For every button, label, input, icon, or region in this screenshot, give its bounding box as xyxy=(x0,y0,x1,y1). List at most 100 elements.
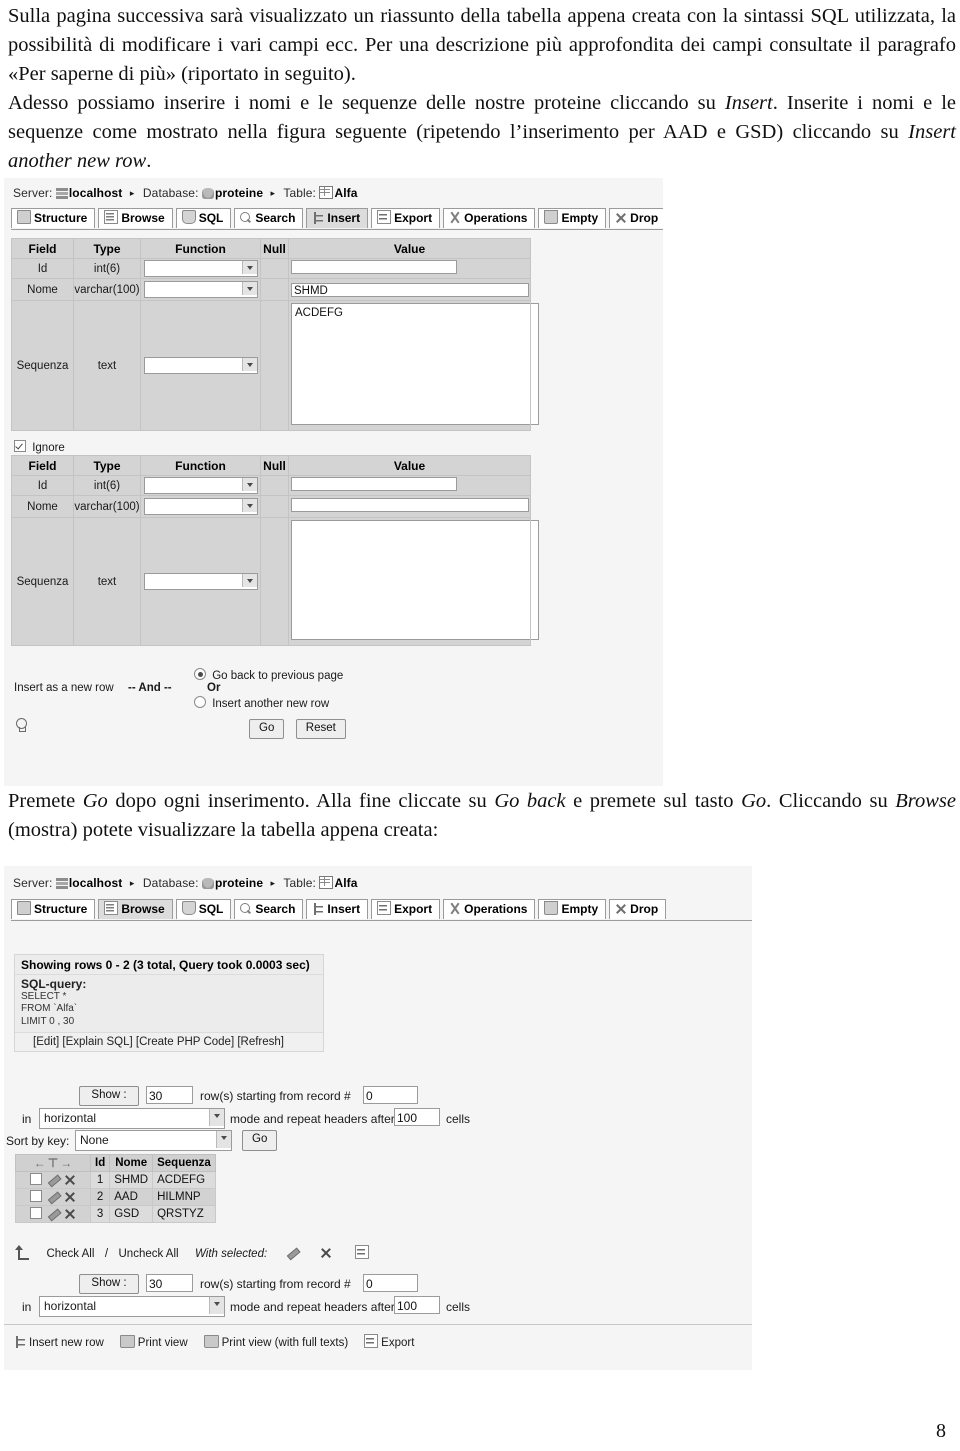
tab-structure[interactable]: Structure xyxy=(11,899,96,919)
mode-select-top[interactable]: horizontal xyxy=(39,1108,225,1129)
mode-label-top: mode and repeat headers after xyxy=(230,1112,395,1126)
function-select-id[interactable] xyxy=(143,260,258,277)
function-select-sequenza[interactable] xyxy=(143,357,258,374)
server-value[interactable]: localhost xyxy=(69,186,123,200)
delete-row-icon[interactable] xyxy=(64,1174,76,1186)
col-nome[interactable]: Nome xyxy=(109,1154,154,1172)
edit-selected-icon[interactable] xyxy=(286,1247,298,1259)
tab-drop[interactable]: Drop xyxy=(609,208,663,228)
rows-input-bottom[interactable]: 30 xyxy=(146,1274,193,1292)
tab-insert[interactable]: Insert xyxy=(306,899,369,919)
arrow-right-icon[interactable]: → xyxy=(60,1156,72,1170)
check-all-link[interactable]: Check All xyxy=(46,1248,94,1260)
tab-label: SQL xyxy=(198,211,224,225)
server-value[interactable]: localhost xyxy=(69,876,123,890)
table-value[interactable]: Alfa xyxy=(334,876,357,890)
mode-select-value-top: horizontal xyxy=(44,1111,97,1125)
search-icon xyxy=(240,903,252,915)
value-input-nome-2[interactable] xyxy=(291,498,529,512)
footer-link-print-view-with-full-texts[interactable]: Print view (with full texts) xyxy=(203,1335,348,1349)
sort-key-select[interactable]: None xyxy=(75,1130,232,1151)
insert-field-table-1: Field Type Function Null Value Id int(6)… xyxy=(11,238,539,431)
tab-label: Structure xyxy=(34,902,88,916)
radio-insert-another-row[interactable]: Insert another new row xyxy=(194,696,329,710)
show-button-bottom[interactable]: Show : xyxy=(79,1274,139,1294)
field-null-nome-2 xyxy=(260,495,289,518)
table-value[interactable]: Alfa xyxy=(334,186,357,200)
delete-row-icon[interactable] xyxy=(64,1208,76,1220)
rows-input-top[interactable]: 30 xyxy=(146,1086,193,1104)
tab-structure[interactable]: Structure xyxy=(11,208,96,228)
headers-input-top[interactable]: 100 xyxy=(394,1108,440,1126)
chevron-down-icon xyxy=(241,261,257,274)
record-input-top[interactable]: 0 xyxy=(363,1086,418,1104)
footer-link-print-view[interactable]: Print view xyxy=(119,1335,188,1349)
drop-icon xyxy=(615,903,627,915)
go-button[interactable]: Go xyxy=(249,719,285,739)
sort-go-button[interactable]: Go xyxy=(242,1130,278,1151)
operations-icon xyxy=(449,212,461,224)
headers-input-bottom[interactable]: 100 xyxy=(394,1296,440,1314)
tab-empty[interactable]: Empty xyxy=(538,899,607,919)
tab-export[interactable]: Export xyxy=(371,899,441,919)
value-textarea-sequenza[interactable]: ACDEFG xyxy=(291,303,539,425)
field-value-cell-nome: SHMD xyxy=(288,278,531,301)
col-id[interactable]: Id xyxy=(89,1154,111,1172)
show-button-top[interactable]: Show : xyxy=(79,1086,139,1106)
footer-link-label: Insert new row xyxy=(29,1337,104,1349)
tab-browse[interactable]: Browse xyxy=(98,208,173,228)
value-input-nome[interactable]: SHMD xyxy=(291,282,529,297)
function-select-nome-2[interactable] xyxy=(143,498,258,515)
value-textarea-sequenza-2[interactable] xyxy=(291,520,539,640)
row-controls xyxy=(15,1205,91,1223)
tab-sql[interactable]: SQL xyxy=(175,899,232,919)
row-checkbox[interactable] xyxy=(30,1207,42,1219)
function-select-sequenza-2[interactable] xyxy=(143,573,258,590)
ignore-row[interactable]: Ignore xyxy=(14,440,65,454)
tab-drop[interactable]: Drop xyxy=(609,899,667,919)
tab-export[interactable]: Export xyxy=(371,208,441,228)
row-checkbox[interactable] xyxy=(30,1190,42,1202)
page-number: 8 xyxy=(936,1420,946,1442)
value-input-id[interactable] xyxy=(291,260,457,274)
table-row: Nome varchar(100) SHMD xyxy=(11,278,531,301)
function-select-id-2[interactable] xyxy=(143,477,258,494)
sql-query-block: SQL-query: SELECT * FROM `Alfa` LIMIT 0 … xyxy=(15,975,323,1032)
row-checkbox[interactable] xyxy=(30,1173,42,1185)
database-value[interactable]: proteine xyxy=(215,876,263,890)
tab-insert[interactable]: Insert xyxy=(306,208,369,228)
ignore-checkbox[interactable] xyxy=(14,440,26,452)
col-sequenza[interactable]: Sequenza xyxy=(152,1154,216,1172)
check-all-row: Check All / Uncheck All With selected: xyxy=(14,1244,372,1262)
intro-paragraph: Sulla pagina successiva sarà visualizzat… xyxy=(8,5,957,172)
footer-link-insert-new-row[interactable]: Insert new row xyxy=(14,1336,104,1349)
tab-empty[interactable]: Empty xyxy=(538,208,607,228)
edit-row-icon[interactable] xyxy=(47,1174,59,1186)
edit-row-icon[interactable] xyxy=(47,1191,59,1203)
field-type-id: int(6) xyxy=(73,258,141,279)
delete-row-icon[interactable] xyxy=(64,1191,76,1203)
database-value[interactable]: proteine xyxy=(215,186,263,200)
reset-button[interactable]: Reset xyxy=(295,719,346,739)
tab-search[interactable]: Search xyxy=(234,899,304,919)
mode-select-bottom[interactable]: horizontal xyxy=(39,1296,225,1317)
arrow-left-icon[interactable]: ← xyxy=(34,1156,46,1170)
radio-go-back[interactable] xyxy=(194,668,206,680)
delete-selected-icon[interactable] xyxy=(320,1247,332,1259)
value-input-id-2[interactable] xyxy=(291,477,457,491)
tab-browse[interactable]: Browse xyxy=(98,899,173,919)
uncheck-all-link[interactable]: Uncheck All xyxy=(119,1248,179,1260)
query-action-links[interactable]: [Edit] [Explain SQL] [Create PHP Code] [… xyxy=(15,1032,323,1051)
tab-sql[interactable]: SQL xyxy=(175,208,232,228)
breadcrumb-separator-1: ▸ xyxy=(129,188,135,198)
tab-search[interactable]: Search xyxy=(234,208,304,228)
export-selected-icon[interactable] xyxy=(354,1245,369,1259)
radio-insert-another[interactable] xyxy=(194,696,206,708)
edit-row-icon[interactable] xyxy=(47,1208,59,1220)
radio-go-back-row[interactable]: Go back to previous page xyxy=(194,668,343,682)
function-select-nome[interactable] xyxy=(143,281,258,298)
footer-link-export[interactable]: Export xyxy=(364,1334,414,1349)
record-input-bottom[interactable]: 0 xyxy=(363,1274,418,1292)
tab-operations[interactable]: Operations xyxy=(443,899,536,919)
tab-operations[interactable]: Operations xyxy=(443,208,536,228)
